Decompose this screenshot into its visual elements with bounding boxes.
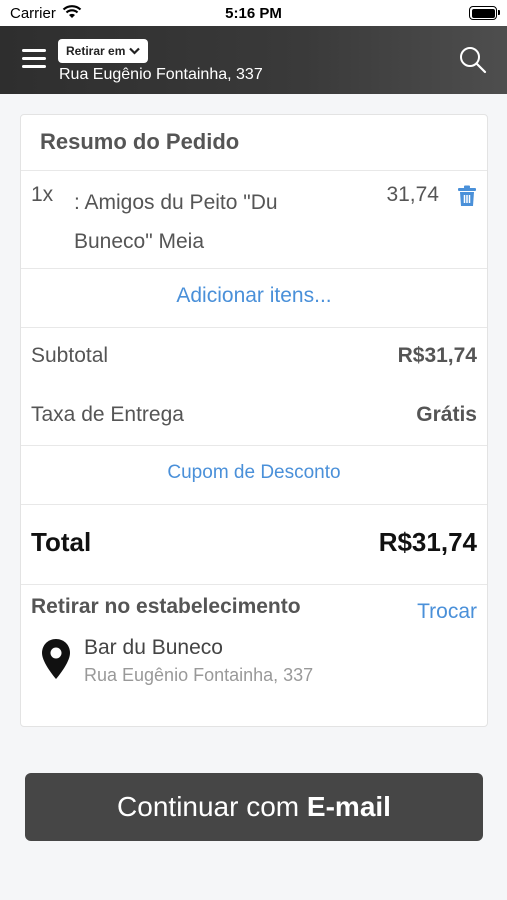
coupon-section: Cupom de Desconto: [21, 446, 487, 505]
item-name: : Amigos du Peito "Du Buneco" Meia: [74, 191, 278, 253]
chevron-down-icon: [129, 47, 141, 55]
subtotal-value: R$31,74: [397, 344, 477, 367]
totals-section: Subtotal R$31,74 Taxa de Entrega Grátis: [21, 328, 487, 446]
delivery-fee-row: Taxa de Entrega Grátis: [31, 403, 477, 427]
delivery-fee-label: Taxa de Entrega: [31, 403, 184, 426]
battery-icon: [469, 6, 500, 20]
total-value: R$31,74: [378, 527, 477, 557]
status-bar: Carrier 5:16 PM: [0, 0, 507, 26]
top-navigation-bar: Retirar em Rua Eugênio Fontainha, 337: [0, 26, 507, 94]
total-section: Total R$31,74: [21, 505, 487, 585]
store-name: Bar du Buneco: [84, 636, 223, 659]
order-summary-card: Resumo do Pedido 1x : Amigos du Peito "D…: [20, 114, 488, 727]
item-price: 31,74: [386, 183, 439, 206]
add-items-link[interactable]: Adicionar itens...: [176, 284, 331, 308]
mode-selector[interactable]: Retirar em: [58, 39, 149, 63]
coupon-link[interactable]: Cupom de Desconto: [167, 462, 340, 484]
change-pickup-link[interactable]: Trocar: [417, 600, 477, 624]
subtotal-label: Subtotal: [31, 344, 109, 367]
order-summary-header: Resumo do Pedido: [21, 115, 487, 171]
delivery-fee-value: Grátis: [416, 403, 477, 426]
subtotal-row: Subtotal R$31,74: [31, 344, 477, 368]
menu-icon[interactable]: [22, 49, 46, 69]
mode-label: Retirar em: [66, 44, 126, 58]
cta-bold: E-mail: [306, 791, 391, 822]
item-quantity: 1x: [31, 183, 54, 206]
pickup-section: Retirar no estabelecimento Trocar Bar du…: [21, 585, 487, 725]
continue-with-email-button[interactable]: Continuar com E-mail: [25, 773, 483, 841]
store-address: Rua Eugênio Fontainha, 337: [84, 665, 314, 685]
header-address[interactable]: Rua Eugênio Fontainha, 337: [59, 66, 263, 84]
location-pin-icon: [41, 638, 71, 685]
order-summary-title: Resumo do Pedido: [40, 129, 240, 154]
cta-prefix: Continuar com: [117, 791, 307, 822]
total-row: Total R$31,74: [31, 527, 477, 558]
order-item-row: 1x : Amigos du Peito "Du Buneco" Meia 31…: [21, 171, 487, 269]
status-time: 5:16 PM: [225, 5, 282, 22]
pickup-title: Retirar no estabelecimento: [31, 595, 301, 618]
search-icon[interactable]: [459, 46, 487, 79]
trash-icon[interactable]: [457, 185, 477, 213]
total-label: Total: [31, 527, 92, 557]
add-items-section: Adicionar itens...: [21, 269, 487, 328]
